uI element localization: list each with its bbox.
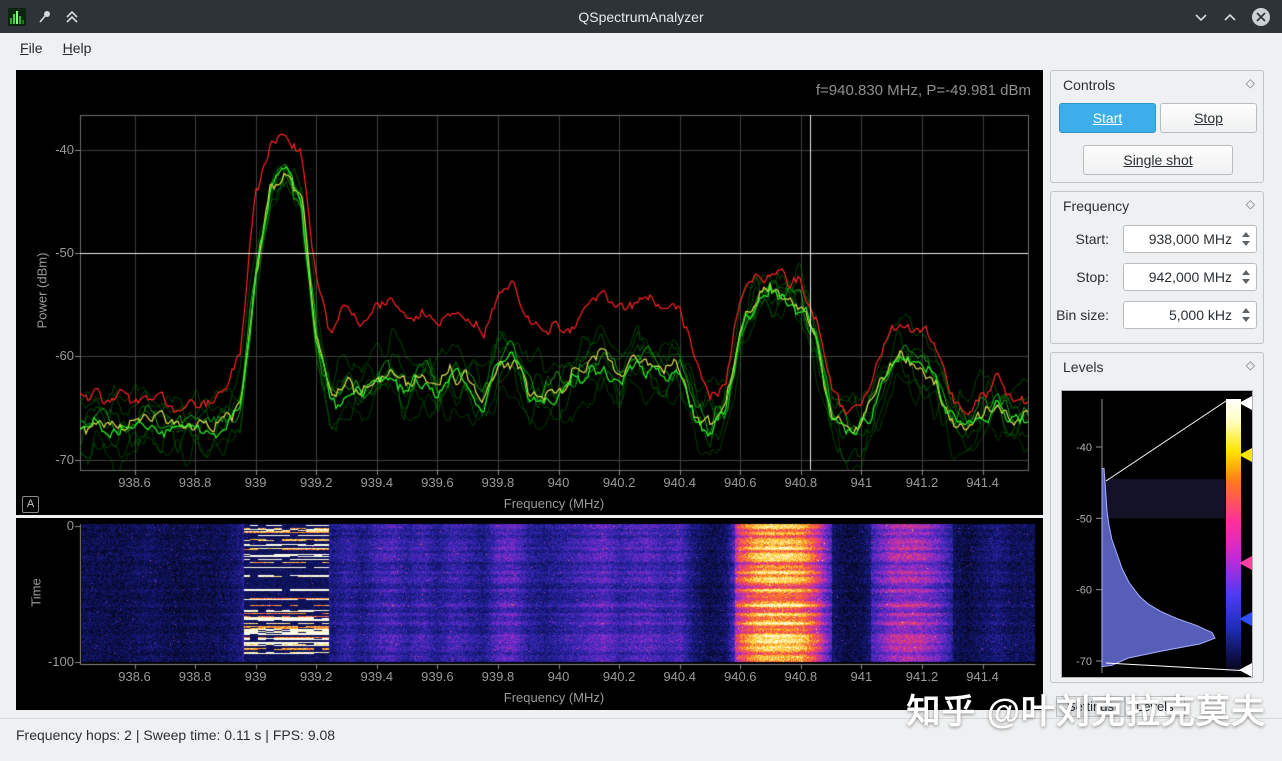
xtick-label: 939.6 [421,475,454,490]
menubar: File Help [0,33,1282,63]
spectrum-canvas[interactable] [16,70,1043,515]
xtick-label: 939.8 [482,669,515,684]
xtick-label: 940.2 [603,669,636,684]
xtick-label: 939.6 [421,669,454,684]
close-button[interactable] [1252,8,1270,26]
spinner-up-icon[interactable] [1242,308,1250,313]
xtick-label: 939.2 [300,669,333,684]
xtick-label: 940.4 [663,475,696,490]
frequency-start-value: 938,000 MHz [1149,226,1232,252]
levels-widget[interactable]: -40 -50 -60 -70 [1061,390,1253,678]
spectrum-x-axis-label: Frequency (MHz) [80,496,1028,511]
cursor-readout: f=940.830 MHz, P=-49.981 dBm [816,82,1031,99]
levels-group-title: Levels [1063,359,1103,375]
xtick-label: 941.2 [906,475,939,490]
frequency-start-label: Start: [1051,225,1109,253]
xtick-label: 941 [851,475,873,490]
waterfall-canvas[interactable] [16,518,1043,710]
frequency-group-title: Frequency [1063,198,1129,214]
stop-button[interactable]: Stop [1160,103,1257,133]
spinner-up-icon[interactable] [1242,232,1250,237]
menu-help[interactable]: Help [63,40,92,56]
xtick-label: 940.4 [663,669,696,684]
chevron-down-icon[interactable] [1194,11,1208,23]
collapse-icon[interactable]: ◇ [1246,76,1255,90]
ytick-label: -70 [34,452,74,467]
colormap-gradient-bar [1226,399,1241,673]
spinner-up-icon[interactable] [1242,270,1250,275]
pin-icon[interactable] [37,9,53,25]
auto-range-button[interactable]: A [22,496,39,513]
levels-tick-label: -70 [1076,656,1092,668]
start-button[interactable]: Start [1059,103,1156,133]
levels-tick-label: -50 [1076,513,1092,525]
xtick-label: 938.8 [179,475,212,490]
ytick-label: -60 [34,348,74,363]
app-icon [8,8,26,26]
ytick-label: -100 [34,654,74,669]
controls-group-title: Controls [1063,77,1115,93]
xtick-label: 941 [851,669,873,684]
keep-above-icon[interactable] [64,9,80,25]
xtick-label: 939 [245,475,267,490]
frequency-group: Frequency ◇ Start: 938,000 MHz Stop: 942… [1050,191,1264,344]
xtick-label: 941.4 [966,669,999,684]
menu-file[interactable]: File [20,40,43,56]
ytick-label: -50 [34,245,74,260]
collapse-icon[interactable]: ◇ [1246,197,1255,211]
xtick-label: 938.6 [118,669,151,684]
xtick-label: 940.8 [785,669,818,684]
waterfall-plot: Time Frequency (MHz) 938.6 938.8 939 939.2 9… [16,518,1043,710]
bin-size-spinbox[interactable]: 5,000 kHz [1123,301,1257,329]
xtick-label: 939.2 [300,475,333,490]
ytick-label: -40 [34,142,74,157]
spinner-down-icon[interactable] [1242,241,1250,246]
spectrum-plot: f=940.830 MHz, P=-49.981 dBm Power (dBm)… [16,70,1043,515]
xtick-label: 938.6 [118,475,151,490]
xtick-label: 941.4 [966,475,999,490]
xtick-label: 940 [548,475,570,490]
chevron-up-icon[interactable] [1223,11,1237,23]
xtick-label: 941.2 [906,669,939,684]
levels-tick-label: -60 [1076,585,1092,597]
xtick-label: 940.8 [785,475,818,490]
frequency-start-spinbox[interactable]: 938,000 MHz [1123,225,1257,253]
frequency-stop-label: Stop: [1051,263,1109,291]
qspectrumanalyzer-window: QSpectrumAnalyzer File Help f=940.830 MH… [0,0,1282,761]
levels-histogram-svg[interactable]: -40 -50 -60 -70 [1062,391,1252,677]
xtick-label: 940.6 [724,475,757,490]
xtick-label: 939.8 [482,475,515,490]
window-title: QSpectrumAnalyzer [0,9,1282,25]
frequency-stop-value: 942,000 MHz [1149,264,1232,290]
titlebar: QSpectrumAnalyzer [0,0,1282,33]
single-shot-button[interactable]: Single shot [1083,145,1233,175]
levels-group: Levels ◇ -40 -50 -60 -70 [1050,352,1264,683]
controls-group: Controls ◇ Start Stop Single shot [1050,70,1264,183]
xtick-label: 938.8 [179,669,212,684]
waterfall-y-axis-label: Time [29,553,44,633]
ytick-label: 0 [34,518,74,533]
xtick-label: 940.6 [724,669,757,684]
watermark: 知乎 @叶刘克拉克莫夫 [906,684,1266,733]
xtick-label: 940.2 [603,475,636,490]
spinner-down-icon[interactable] [1242,317,1250,322]
xtick-label: 940 [548,669,570,684]
levels-tick-label: -40 [1076,442,1092,454]
frequency-stop-spinbox[interactable]: 942,000 MHz [1123,263,1257,291]
waterfall-x-axis-label: Frequency (MHz) [80,690,1028,705]
xtick-label: 939.4 [361,475,394,490]
bin-size-value: 5,000 kHz [1169,302,1232,328]
bin-size-label: Bin size: [1051,301,1109,329]
collapse-icon[interactable]: ◇ [1246,358,1255,372]
spinner-down-icon[interactable] [1242,279,1250,284]
xtick-label: 939.4 [361,669,394,684]
xtick-label: 939 [245,669,267,684]
